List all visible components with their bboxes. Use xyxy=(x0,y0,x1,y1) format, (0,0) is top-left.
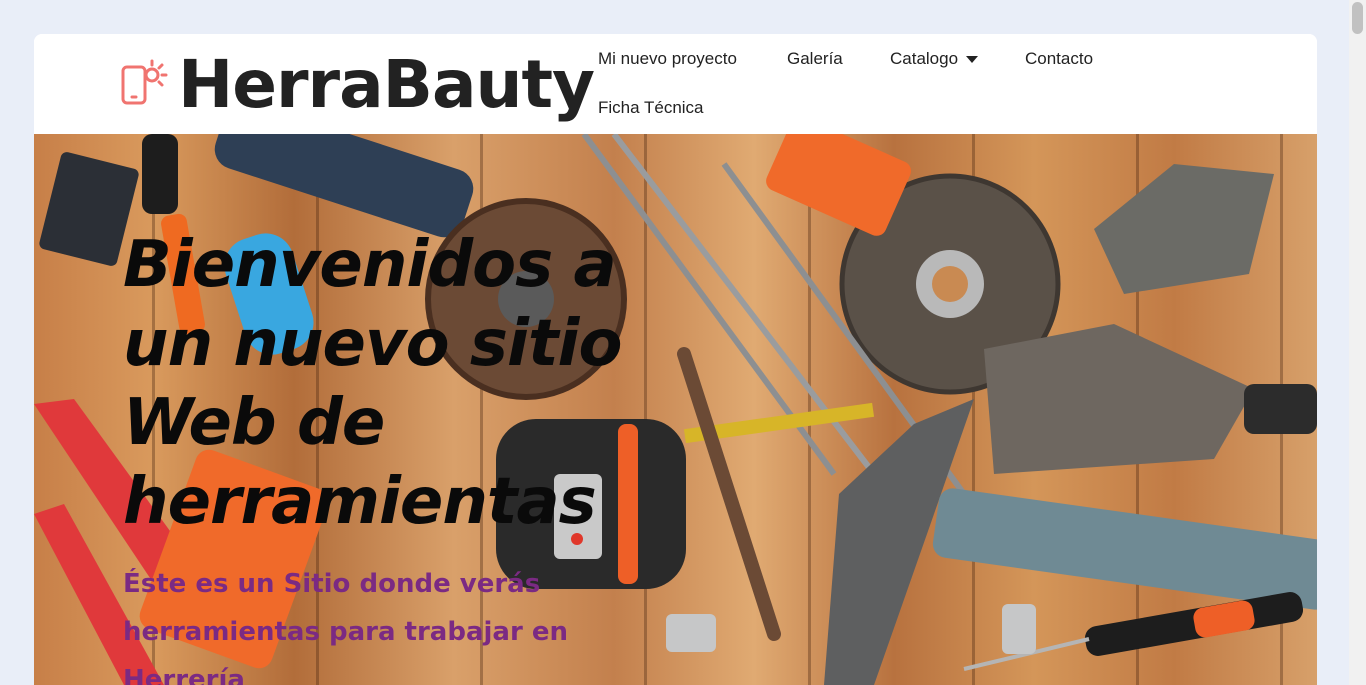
scrollbar-thumb[interactable] xyxy=(1352,2,1363,34)
socket xyxy=(1002,604,1036,654)
nav-item-mi-nuevo-proyecto[interactable]: Mi nuevo proyecto xyxy=(598,49,737,69)
putty-knife xyxy=(1094,164,1274,294)
hero-title: Bienvenidos a un nuevo sitio Web de herr… xyxy=(123,228,622,539)
nav-item-ficha-tecnica[interactable]: Ficha Técnica xyxy=(598,98,704,118)
nav-item-contacto[interactable]: Contacto xyxy=(1025,49,1093,69)
drill-bit xyxy=(677,347,781,641)
grinding-disc-hole xyxy=(932,266,968,302)
nav-item-catalogo[interactable]: Catalogo xyxy=(890,49,979,69)
site-header: HerraBauty Mi nuevo proyecto Galería Cat… xyxy=(34,34,1317,135)
page-card: HerraBauty Mi nuevo proyecto Galería Cat… xyxy=(34,34,1317,685)
trowel-handle xyxy=(1244,384,1317,434)
brand-name[interactable]: HerraBauty xyxy=(178,52,595,118)
trowel-blade xyxy=(984,324,1254,474)
nav-item-galeria[interactable]: Galería xyxy=(787,49,843,69)
hero-subtitle: Éste es un Sitio donde verás herramienta… xyxy=(123,569,568,685)
screwdriver2-handle xyxy=(1084,592,1304,656)
hammer-handle xyxy=(932,488,1317,610)
nav-item-catalogo-label: Catalogo xyxy=(890,49,959,68)
phone-light-icon xyxy=(121,59,168,105)
brand[interactable]: HerraBauty xyxy=(120,52,595,118)
chevron-down-icon xyxy=(966,56,979,64)
screwdriver-handle-black xyxy=(142,134,178,214)
page-scrollbar[interactable] xyxy=(1349,0,1366,685)
socket-small xyxy=(666,614,716,652)
screwdriver2-grip xyxy=(1193,600,1255,638)
hero-banner: Bienvenidos a un nuevo sitio Web de herr… xyxy=(34,134,1317,685)
